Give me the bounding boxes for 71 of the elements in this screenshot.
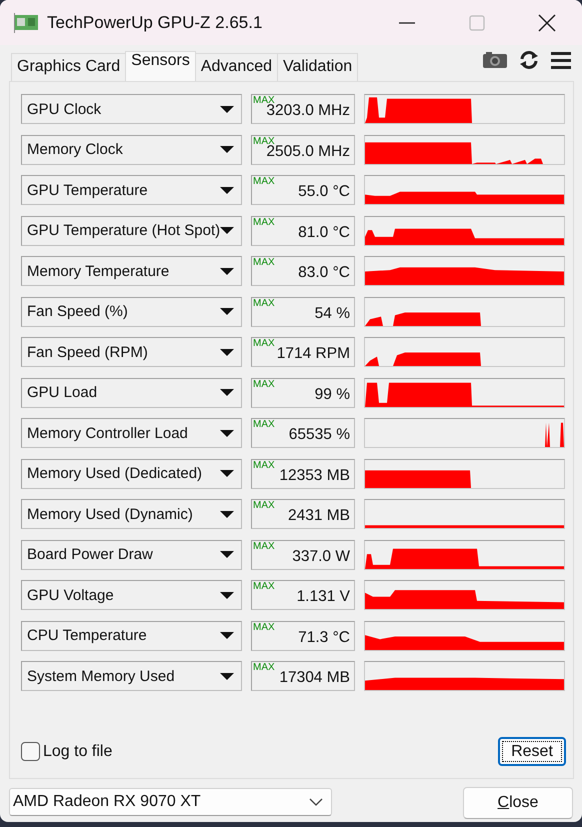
max-label: MAX (253, 419, 275, 430)
sensor-dropdown[interactable]: GPU Load (21, 378, 242, 408)
sensor-dropdown[interactable]: GPU Temperature (21, 175, 242, 205)
sensor-dropdown[interactable]: Memory Used (Dynamic) (21, 499, 242, 529)
dropdown-arrow-icon (220, 632, 234, 639)
dropdown-arrow-icon (220, 551, 234, 558)
max-label: MAX (253, 540, 275, 552)
sensor-value: 81.0 °C (298, 222, 350, 242)
max-label: MAX (253, 216, 275, 228)
max-label: MAX (253, 176, 275, 187)
max-label: MAX (253, 662, 275, 673)
dropdown-arrow-icon (220, 227, 234, 234)
reset-button[interactable]: Reset (498, 737, 566, 766)
sensor-value: 83.0 °C (298, 263, 350, 282)
log-checkbox[interactable] (21, 742, 40, 761)
max-label: MAX (253, 136, 275, 146)
dropdown-arrow-icon (220, 348, 234, 356)
max-label: MAX (253, 338, 275, 349)
sensor-value: 1714 RPM (276, 344, 350, 363)
max-label: MAX (253, 500, 275, 511)
dropdown-arrow-icon (220, 672, 234, 680)
sensor-value: 337.0 W (292, 546, 350, 566)
max-label: MAX (253, 378, 275, 390)
sensor-dropdown[interactable]: Memory Used (Dedicated) (21, 458, 242, 488)
dropdown-arrow-icon (220, 592, 234, 598)
sensor-value: 54 % (314, 304, 350, 322)
dropdown-arrow-icon (220, 186, 234, 194)
sensor-dropdown[interactable]: CPU Temperature (21, 620, 242, 650)
refresh-icon[interactable] (518, 49, 540, 71)
sensor-dropdown[interactable]: GPU Voltage (21, 580, 242, 610)
menu-icon[interactable] (550, 49, 572, 71)
sensor-value: 1.131 V (296, 587, 350, 606)
max-label: MAX (253, 298, 275, 308)
dropdown-arrow-icon (220, 106, 234, 112)
sensor-dropdown[interactable]: GPU Clock (21, 94, 242, 124)
dropdown-arrow-icon (220, 389, 234, 396)
gpu-select[interactable]: AMD Radeon RX 9070 XT (9, 788, 332, 816)
sensor-value: 99 % (314, 384, 350, 404)
close-button[interactable]: Close (463, 787, 573, 819)
max-label: MAX (253, 581, 275, 592)
dropdown-arrow-icon (220, 510, 234, 518)
camera-icon[interactable] (482, 49, 508, 71)
sensor-dropdown[interactable]: Fan Speed (RPM) (21, 337, 242, 367)
sensor-dropdown[interactable]: System Memory Used (21, 661, 242, 691)
sensor-value: 55.0 °C (298, 182, 350, 201)
max-label: MAX (253, 622, 275, 632)
sensor-dropdown[interactable]: Memory Controller Load (21, 418, 242, 448)
sensor-dropdown[interactable]: Memory Temperature (21, 256, 242, 286)
tab[interactable]: Sensors (125, 51, 196, 81)
sensor-value: 65535 % (288, 425, 350, 444)
tab[interactable]: Validation (277, 53, 358, 81)
sensor-value: 12353 MB (279, 466, 350, 484)
sensor-value: 17304 MB (279, 668, 350, 687)
max-label: MAX (253, 257, 275, 268)
app-icon (14, 12, 38, 33)
sensor-dropdown[interactable]: Memory Clock (21, 134, 242, 164)
max-label: MAX (253, 460, 275, 470)
window-title: TechPowerUp GPU-Z 2.65.1 (47, 12, 264, 32)
sensor-value: 2431 MB (288, 506, 350, 525)
checkbox-label: Log to file (43, 742, 112, 760)
dropdown-arrow-icon (220, 430, 234, 436)
dropdown-arrow-icon (220, 146, 234, 153)
dropdown-arrow-icon (220, 308, 234, 315)
sensor-dropdown[interactable]: Fan Speed (%) (21, 296, 242, 326)
sensor-dropdown[interactable]: Board Power Draw (21, 540, 242, 570)
chevron-down-icon (309, 798, 323, 806)
dropdown-arrow-icon (220, 470, 234, 477)
dropdown-arrow-icon (220, 268, 234, 274)
sensor-value: 71.3 °C (298, 628, 350, 646)
sensor-dropdown[interactable]: GPU Temperature (Hot Spot) (21, 216, 242, 246)
tab[interactable]: Graphics Card (11, 53, 126, 81)
